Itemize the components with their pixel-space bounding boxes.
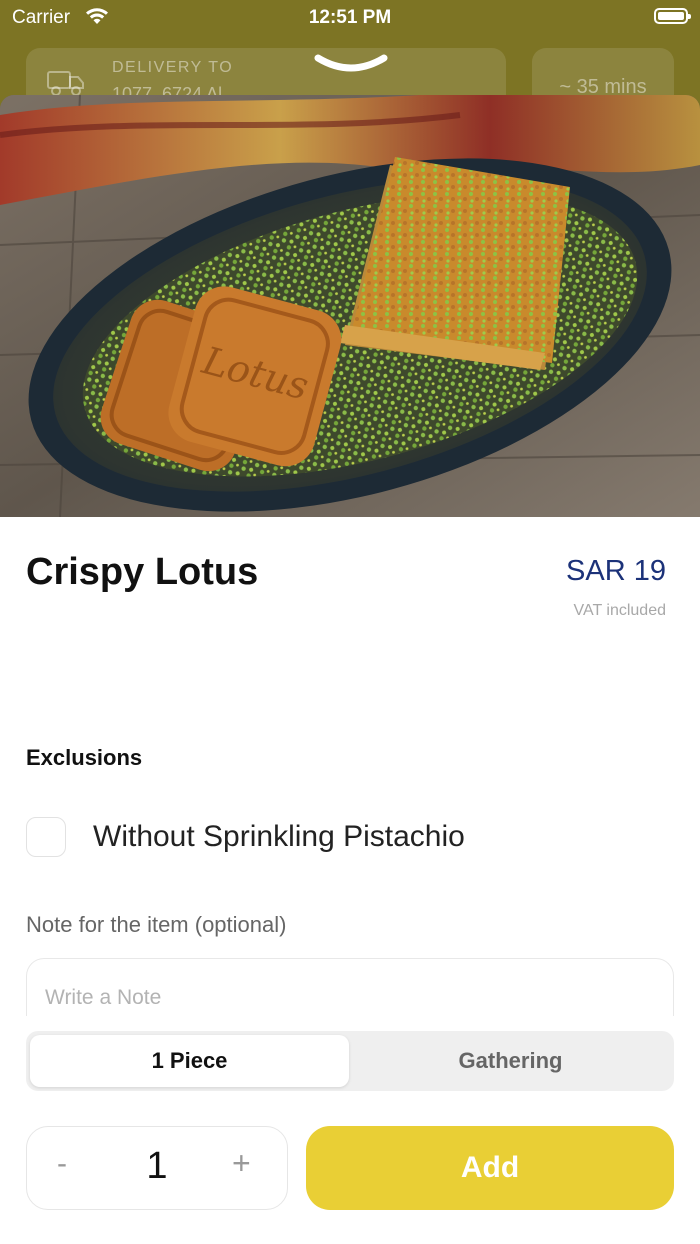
product-photo: Lotus [0,95,700,517]
product-image: Lotus [0,95,700,517]
exclusion-checkbox[interactable] [26,817,66,857]
size-option-1-piece[interactable]: 1 Piece [30,1035,349,1087]
exclusions-heading: Exclusions [26,745,143,770]
product-title: Crispy Lotus [26,551,259,593]
chevron-down-icon[interactable] [312,52,390,76]
vat-note: VAT included [573,602,667,619]
status-bar: Carrier 12:51 PM [0,0,700,38]
clock: 12:51 PM [308,7,392,28]
note-heading: Note for the item (optional) [26,912,287,937]
size-option-gathering[interactable]: Gathering [351,1035,670,1087]
note-input[interactable] [26,958,674,1016]
add-to-cart-button[interactable]: Add [306,1126,674,1210]
delivery-label: DELIVERY TO [112,59,234,76]
size-selector: 1 Piece Gathering [26,1031,674,1091]
delivery-truck-icon [47,71,84,96]
exclusion-option-label[interactable]: Without Sprinkling Pistachio [93,820,465,854]
battery-icon [654,8,691,24]
product-price: SAR 19 [566,555,666,587]
quantity-stepper: - 1 + [26,1126,288,1210]
increase-quantity-button[interactable]: + [232,1145,251,1182]
